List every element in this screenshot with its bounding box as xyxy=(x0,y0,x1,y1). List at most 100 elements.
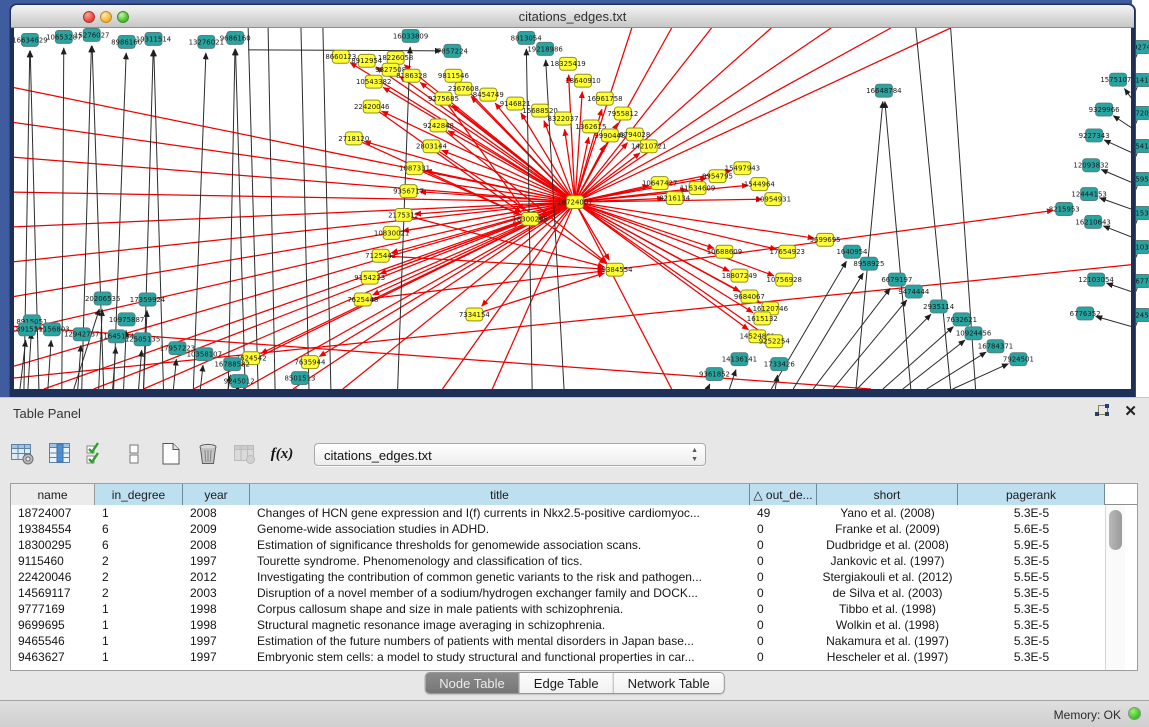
column-header-out_degree[interactable]: △ out_de... xyxy=(750,484,817,505)
graph-edge xyxy=(856,102,883,389)
cell-year: 2008 xyxy=(183,537,250,553)
cell-title: Embryonic stem cells: a model to study s… xyxy=(250,649,750,665)
graph-node-label: 6679197 xyxy=(881,276,912,284)
graph-edge xyxy=(173,359,176,389)
cell-short: Wolkin et al. (1998) xyxy=(817,617,958,633)
cell-in_degree: 2 xyxy=(95,585,183,601)
graph-edge xyxy=(1096,316,1131,326)
graph-node-label: 9684067 xyxy=(734,293,765,301)
column-header-title[interactable]: title xyxy=(250,484,750,505)
table-selector-dropdown[interactable]: citations_edges.txt ▲▼ xyxy=(314,443,706,466)
graph-node-label: 8215953 xyxy=(1049,205,1080,213)
cell-short: Yano et al. (2008) xyxy=(817,505,958,521)
column-header-in_degree[interactable]: in_degree xyxy=(95,484,183,505)
table-scrollbar[interactable] xyxy=(1105,505,1125,670)
cell-title: Estimation of the future numbers of pati… xyxy=(250,633,750,649)
table-scrollbar-thumb[interactable] xyxy=(1109,510,1122,550)
network-canvas[interactable]: 1663462910653287152760278986160193115141… xyxy=(14,28,1131,389)
cell-name: 9699695 xyxy=(11,617,95,633)
new-column-icon[interactable] xyxy=(158,441,184,467)
graph-node-label: 8813054 xyxy=(511,34,543,42)
graph-node-label: 8322037 xyxy=(548,115,579,123)
graph-node-label: 16784371 xyxy=(978,343,1013,351)
table-row[interactable]: 911546021997Tourette syndrome. Phenomeno… xyxy=(11,553,1137,569)
graph-edge xyxy=(793,273,863,389)
window-titlebar[interactable]: citations_edges.txt xyxy=(11,5,1134,28)
table-row[interactable]: 946554611997Estimation of the future num… xyxy=(11,633,1137,649)
table-row[interactable]: 977716911998Corpus callosum shape and si… xyxy=(11,601,1137,617)
cell-in_degree: 6 xyxy=(95,537,183,553)
window-title: citations_edges.txt xyxy=(11,9,1134,24)
graph-edge xyxy=(1113,116,1131,128)
table-row[interactable]: 1872400712008Changes of HCN gene express… xyxy=(11,505,1137,521)
graph-edge xyxy=(903,340,965,389)
column-header-short[interactable]: short xyxy=(817,484,958,505)
cell-out_degree: 0 xyxy=(750,569,817,585)
graph-edge xyxy=(708,384,710,389)
cell-title: Changes of HCN gene expression and I(f) … xyxy=(250,505,750,521)
graph-node-label: 8186328 xyxy=(396,72,427,80)
graph-node-label: 7125442 xyxy=(365,252,396,260)
table-header-row: namein_degreeyeartitle△ out_de...shortpa… xyxy=(11,484,1137,505)
select-all-icon[interactable] xyxy=(84,441,110,467)
function-builder-icon[interactable]: f(x) xyxy=(269,441,295,467)
table-row[interactable]: 946362711997Embryonic stem cells: a mode… xyxy=(11,649,1137,665)
graph-edge xyxy=(30,51,39,389)
table-row[interactable]: 969969511998Structural magnetic resonanc… xyxy=(11,617,1137,633)
column-header-year[interactable]: year xyxy=(183,484,250,505)
cell-year: 1998 xyxy=(183,617,250,633)
graph-node-label: 2935114 xyxy=(923,303,955,311)
column-header-pagerank[interactable]: pagerank xyxy=(958,484,1105,505)
graph-node-label: 18325419 xyxy=(550,60,585,68)
cell-name: 18724007 xyxy=(11,505,95,521)
graph-edge xyxy=(575,202,774,276)
table-row[interactable]: 1456911722003Disruption of a novel membe… xyxy=(11,585,1137,601)
graph-node-label: 18300295 xyxy=(512,215,547,223)
unselect-rows-icon[interactable] xyxy=(121,441,147,467)
graph-node-label: 1544964 xyxy=(744,181,776,189)
column-header-name[interactable]: name xyxy=(11,484,95,505)
graph-node-label: 19384554 xyxy=(597,266,633,274)
show-columns-icon[interactable] xyxy=(47,441,73,467)
delete-column-icon[interactable] xyxy=(195,441,221,467)
graph-node-label: 16788582 xyxy=(215,361,250,369)
close-panel-icon[interactable]: ✕ xyxy=(1124,404,1137,419)
attribute-table: namein_degreeyeartitle△ out_de...shortpa… xyxy=(10,483,1138,671)
graph-node-label: 12093832 xyxy=(1073,162,1108,170)
graph-edge xyxy=(916,28,951,389)
graph-node-label: 15688520 xyxy=(522,107,557,115)
graph-node-label: 15497943 xyxy=(725,165,760,173)
float-panel-icon[interactable] xyxy=(1095,404,1110,419)
graph-edge xyxy=(74,309,100,389)
tab-node-table[interactable]: Node Table xyxy=(425,673,520,693)
graph-node-label: 14136141 xyxy=(722,356,757,364)
graph-node-label: 8954795 xyxy=(702,173,733,181)
cell-out_degree: 0 xyxy=(750,617,817,633)
graph-node-label: 1615132 xyxy=(747,315,778,323)
cell-short: Hescheler et al. (1997) xyxy=(817,649,958,665)
tab-network-table[interactable]: Network Table xyxy=(614,673,724,693)
table-mode-icon[interactable] xyxy=(10,441,36,467)
graph-node-label: 12103054 xyxy=(1078,276,1114,284)
graph-node-label: 13276021 xyxy=(189,38,224,46)
graph-node-label: 9329966 xyxy=(1089,106,1120,114)
graph-edge xyxy=(575,28,712,202)
cell-pagerank: 5.3E-5 xyxy=(958,585,1105,601)
graph-edge xyxy=(443,99,523,210)
table-row[interactable]: 1938455462009Genome-wide association stu… xyxy=(11,521,1137,537)
cell-out_degree: 0 xyxy=(750,633,817,649)
graph-node-label: 8501513 xyxy=(284,374,315,382)
graph-edge xyxy=(813,288,890,389)
table-panel-header: Table Panel ✕ xyxy=(0,398,1149,428)
graph-node-label: 1087331 xyxy=(399,165,430,173)
table-row[interactable]: 2242004622012Investigating the contribut… xyxy=(11,569,1137,585)
tab-edge-table[interactable]: Edge Table xyxy=(520,673,614,693)
import-table-icon xyxy=(232,441,258,467)
cell-out_degree: 0 xyxy=(750,553,817,569)
graph-node-label: 10688609 xyxy=(707,248,742,256)
cell-year: 1997 xyxy=(183,649,250,665)
cell-pagerank: 5.3E-5 xyxy=(958,553,1105,569)
table-tabs-row: Node Table Edge Table Network Table xyxy=(0,672,1149,696)
graph-node-label: 11534609 xyxy=(680,185,715,193)
table-row[interactable]: 1830029562008Estimation of significance … xyxy=(11,537,1137,553)
